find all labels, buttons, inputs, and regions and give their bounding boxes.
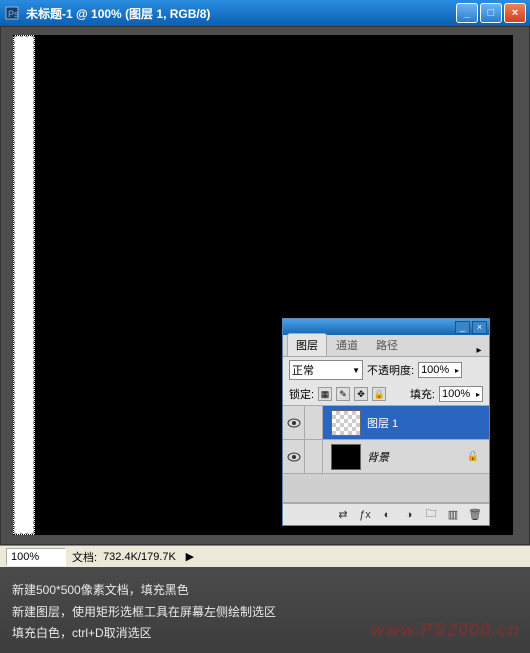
layers-empty-area[interactable] — [283, 474, 489, 502]
tab-layers[interactable]: 图层 — [287, 333, 327, 356]
blend-mode-select[interactable]: 正常 ▼ — [289, 360, 363, 380]
delete-layer-icon[interactable]: 🗑 — [467, 507, 483, 523]
maximize-button[interactable]: □ — [480, 3, 502, 23]
lock-move-icon[interactable]: ✥ — [354, 387, 368, 401]
chevron-right-icon: ▸ — [455, 366, 459, 375]
layer-group-icon[interactable]: 🗀 — [423, 507, 439, 523]
layer-name[interactable]: 背景 — [365, 449, 467, 465]
lock-label: 锁定: — [289, 386, 314, 402]
app-icon: Ps — [4, 5, 20, 21]
tab-channels[interactable]: 通道 — [327, 333, 367, 356]
visibility-toggle[interactable] — [283, 406, 305, 439]
white-selection-strip — [13, 35, 35, 535]
lock-indicator-icon: 🔒 — [467, 451, 479, 462]
fill-value: 100% — [442, 388, 470, 400]
panel-minimize-button[interactable]: _ — [455, 321, 470, 334]
minimize-button[interactable]: _ — [456, 3, 478, 23]
panel-menu-icon[interactable]: ▸ — [473, 345, 489, 356]
lock-icons-group: ▦ ✎ ✥ 🔒 — [318, 387, 386, 401]
visibility-toggle[interactable] — [283, 440, 305, 473]
svg-text:Ps: Ps — [8, 9, 19, 19]
opacity-input[interactable]: 100% ▸ — [418, 362, 462, 378]
adjustment-layer-icon[interactable]: ◑ — [401, 507, 417, 523]
document-size-info: 732.4K/179.7K — [97, 551, 182, 563]
chevron-down-icon: ▼ — [352, 366, 360, 375]
panel-close-button[interactable]: × — [472, 321, 487, 334]
chevron-right-icon: ▸ — [476, 390, 480, 399]
blend-opacity-row: 正常 ▼ 不透明度: 100% ▸ — [283, 357, 489, 383]
lock-fill-row: 锁定: ▦ ✎ ✥ 🔒 填充: 100% ▸ — [283, 383, 489, 405]
layer-name[interactable]: 图层 1 — [365, 415, 485, 431]
layer-mask-icon[interactable]: ◐ — [379, 507, 395, 523]
window-controls: _ □ × — [456, 3, 526, 23]
layer-thumbnail[interactable] — [331, 410, 361, 436]
opacity-value: 100% — [421, 364, 449, 376]
layer-row-1[interactable]: 图层 1 — [283, 406, 489, 440]
instruction-text: 新建500*500像素文档，填充黑色 新建图层，使用矩形选框工具在屏幕左侧绘制选… — [0, 572, 530, 653]
link-layers-icon[interactable]: ⇄ — [335, 507, 351, 523]
link-column[interactable] — [305, 440, 323, 473]
watermark-text: www.PS2000.cn — [371, 614, 520, 646]
window-titlebar[interactable]: Ps 未标题-1 @ 100% (图层 1, RGB/8) _ □ × — [0, 0, 530, 26]
blend-mode-value: 正常 — [292, 362, 314, 378]
tab-paths[interactable]: 路径 — [367, 333, 407, 356]
doc-label: 文档: — [72, 549, 97, 565]
status-menu-arrow-icon[interactable]: ▶ — [182, 550, 198, 563]
status-bar: 100% 文档: 732.4K/179.7K ▶ — [0, 545, 530, 567]
zoom-input[interactable]: 100% — [6, 548, 66, 566]
lock-all-icon[interactable]: 🔒 — [372, 387, 386, 401]
fill-label: 填充: — [410, 386, 435, 402]
link-column[interactable] — [305, 406, 323, 439]
lock-brush-icon[interactable]: ✎ — [336, 387, 350, 401]
layer-row-background[interactable]: 背景 🔒 — [283, 440, 489, 474]
layers-panel: _ × 图层 通道 路径 ▸ 正常 ▼ 不透明度: 100% ▸ 锁定: ▦ ✎… — [282, 318, 490, 526]
new-layer-icon[interactable]: ▥ — [445, 507, 461, 523]
window-title: 未标题-1 @ 100% (图层 1, RGB/8) — [26, 5, 456, 22]
fill-input[interactable]: 100% ▸ — [439, 386, 483, 402]
layers-list: 图层 1 背景 🔒 — [283, 405, 489, 503]
opacity-label: 不透明度: — [367, 362, 414, 378]
layers-panel-footer: ⇄ ƒx ◐ ◑ 🗀 ▥ 🗑 — [283, 503, 489, 525]
panel-tabs: 图层 通道 路径 ▸ — [283, 335, 489, 357]
layer-thumbnail[interactable] — [331, 444, 361, 470]
layer-style-icon[interactable]: ƒx — [357, 507, 373, 523]
eye-icon — [287, 418, 301, 428]
instruction-line-1: 新建500*500像素文档，填充黑色 — [12, 580, 518, 602]
eye-icon — [287, 452, 301, 462]
lock-transparency-icon[interactable]: ▦ — [318, 387, 332, 401]
close-button[interactable]: × — [504, 3, 526, 23]
